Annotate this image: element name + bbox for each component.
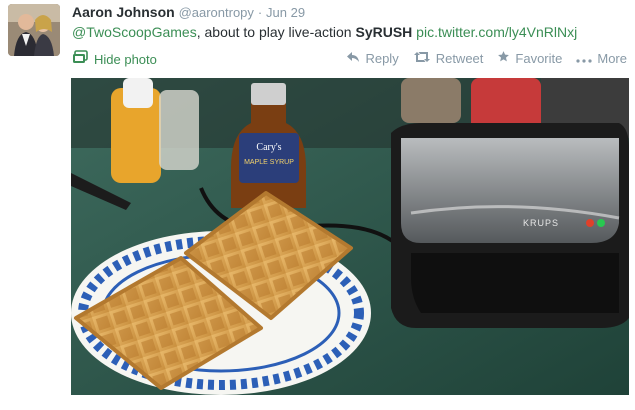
tweet-actions: Reply Retweet Favorite More [346, 50, 627, 66]
user-fullname[interactable]: Aaron Johnson [72, 4, 175, 20]
reply-label: Reply [365, 50, 399, 66]
syrup-brand: Cary's [256, 142, 281, 153]
favorite-label: Favorite [515, 50, 563, 66]
reply-button[interactable]: Reply [346, 50, 399, 66]
tweet-date[interactable]: Jun 29 [266, 5, 305, 20]
retweet-icon [413, 51, 431, 66]
date-separator: · [257, 5, 263, 20]
more-dots-icon [576, 51, 592, 66]
hide-photo-button[interactable]: Hide photo [72, 50, 157, 69]
mention-link[interactable]: @TwoScoopGames [72, 24, 197, 40]
reply-icon [346, 51, 360, 66]
user-handle[interactable]: @aarontropy [179, 5, 254, 20]
tweet-text: @TwoScoopGames, about to play live-actio… [72, 23, 577, 41]
tweet-header: Aaron Johnson @aarontropy · Jun 29 [72, 3, 305, 22]
favorite-button[interactable]: Favorite [497, 50, 562, 66]
tweet-photo[interactable]: Cary's MAPLE SYRUP KRUPS [71, 78, 629, 395]
syrup-label: MAPLE SYRUP [244, 159, 294, 166]
photo-link[interactable]: pic.twitter.com/ly4VnRlNxj [416, 24, 577, 40]
more-button[interactable]: More [576, 51, 627, 66]
tweet-text-mid: , about to play live-action [196, 24, 356, 40]
retweet-label: Retweet [435, 50, 484, 66]
waffle-maker-brand: KRUPS [523, 218, 559, 228]
avatar[interactable] [8, 4, 60, 56]
hide-photo-label: Hide photo [94, 51, 157, 67]
photo-icon [72, 50, 88, 69]
retweet-button[interactable]: Retweet [413, 50, 484, 66]
tweet-bold-word: SyRUSH [355, 24, 413, 40]
more-label: More [597, 50, 627, 66]
star-icon [497, 50, 510, 66]
